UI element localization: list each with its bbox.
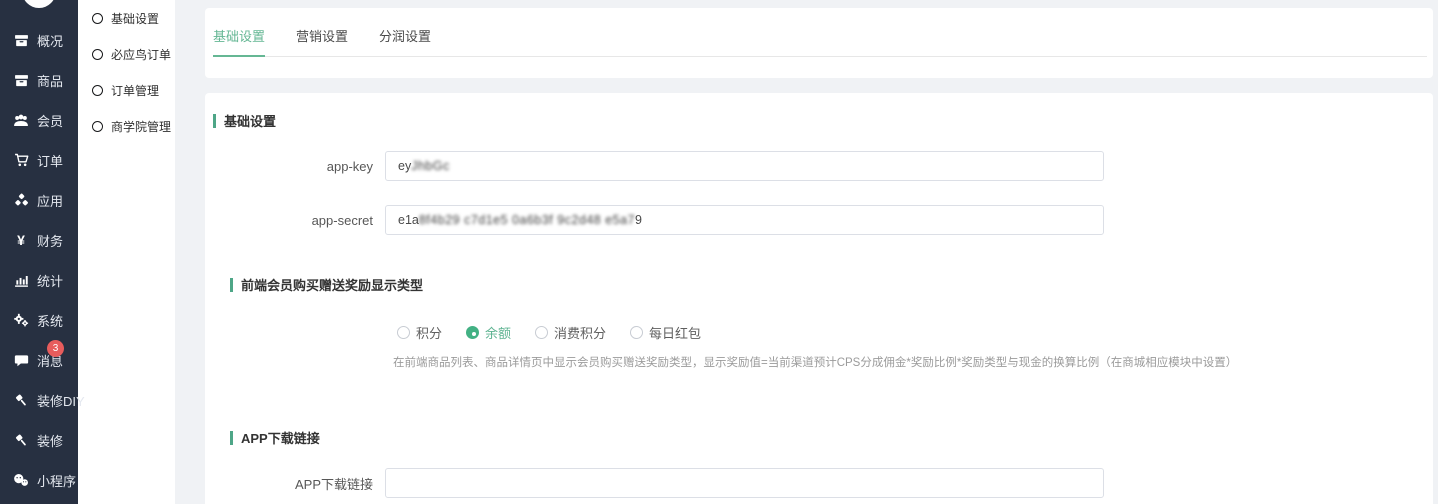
circle-icon [92, 13, 103, 24]
sidebar-item-label: 统计 [37, 271, 63, 290]
masked-value: 8f4b29 c7d1e5 0a6b3f 9c2d48 e5a7 [419, 213, 635, 227]
section-title-basic: 基础设置 [213, 111, 1433, 130]
radio-consume-points[interactable]: 消费积分 [535, 323, 606, 342]
miniprogram-icon [13, 472, 29, 488]
sidebar-item-system[interactable]: 系统 [0, 300, 78, 340]
app-secret-input[interactable]: e1a8f4b29 c7d1e5 0a6b3f 9c2d48 e5a79 [385, 205, 1104, 235]
app-link-label: APP下载链接 [205, 474, 385, 493]
sidebar-item-label: 系统 [37, 311, 63, 330]
sidebar-item-apps[interactable]: 应用 [0, 180, 78, 220]
main-nav: 概况 商品 会员 订单 [0, 0, 78, 500]
sidebar-item-label: 商品 [37, 71, 63, 90]
sidebar-item-label: 装修 [37, 431, 63, 450]
orders-icon [13, 152, 29, 168]
submenu-item-label: 订单管理 [111, 82, 159, 99]
main-content: 基础设置 营销设置 分润设置 基础设置 app-key eyJhbGc app-… [205, 8, 1433, 504]
sidebar-item-label: 装修DIY [37, 391, 85, 410]
tab-marketing-settings[interactable]: 营销设置 [296, 30, 348, 57]
diy-icon [13, 392, 29, 408]
sidebar-item-stats[interactable]: 统计 [0, 260, 78, 300]
section-bar [230, 431, 233, 445]
overview-icon [13, 32, 29, 48]
masked-value: JhbGc [411, 159, 450, 173]
circle-icon [92, 121, 103, 132]
radio-balance[interactable]: 余额 [466, 323, 511, 342]
section-bar [213, 114, 216, 128]
sidebar-item-overview[interactable]: 概况 [0, 20, 78, 60]
section-bar [230, 278, 233, 292]
submenu-item-label: 商学院管理 [111, 118, 171, 135]
settings-card: 基础设置 app-key eyJhbGc app-secret e1a8f4b2… [205, 93, 1433, 504]
app-link-input[interactable] [385, 468, 1104, 498]
tab-profit-settings[interactable]: 分润设置 [379, 30, 431, 57]
apps-icon [13, 192, 29, 208]
submenu-item-basic-settings[interactable]: 基础设置 [78, 0, 175, 36]
sidebar-item-diy[interactable]: 装修DIY [0, 380, 78, 420]
circle-icon [92, 85, 103, 96]
sidebar-item-label: 订单 [37, 151, 63, 170]
section-title-app-link: APP下载链接 [230, 428, 1433, 447]
system-icon [13, 312, 29, 328]
reward-help-row: 在前端商品列表、商品详情页中显示会员购买赠送奖励类型，显示奖励值=当前渠道预计C… [205, 354, 1433, 370]
sidebar-item-miniprogram[interactable]: 小程序 [0, 460, 78, 500]
radio-daily-redpacket[interactable]: 每日红包 [630, 323, 701, 342]
section-title-reward-display: 前端会员购买赠送奖励显示类型 [230, 275, 1433, 294]
radio-icon [630, 326, 643, 339]
admin-app: 概况 商品 会员 订单 [0, 0, 1438, 504]
sidebar-item-label: 概况 [37, 31, 63, 50]
sidebar-item-label: 小程序 [37, 471, 76, 490]
app-key-input[interactable]: eyJhbGc [385, 151, 1104, 181]
submenu-item-order-management[interactable]: 订单管理 [78, 72, 175, 108]
decorate-icon [13, 432, 29, 448]
message-count-badge: 3 [47, 340, 64, 357]
reward-help-text: 在前端商品列表、商品详情页中显示会员购买赠送奖励类型，显示奖励值=当前渠道预计C… [385, 354, 1237, 370]
app-key-row: app-key eyJhbGc [205, 151, 1433, 181]
submenu-item-label: 基础设置 [111, 10, 159, 27]
sidebar-item-members[interactable]: 会员 [0, 100, 78, 140]
reward-type-radio-group: 积分 余额 消费积分 每日红包 [385, 323, 725, 342]
sidebar-item-label: 应用 [37, 191, 63, 210]
sidebar-item-orders[interactable]: 订单 [0, 140, 78, 180]
radio-icon [535, 326, 548, 339]
radio-points[interactable]: 积分 [397, 323, 442, 342]
main-sidebar: 概况 商品 会员 订单 [0, 0, 78, 504]
finance-icon: ¥ [13, 232, 29, 248]
goods-icon [13, 72, 29, 88]
sidebar-item-finance[interactable]: ¥ 财务 [0, 220, 78, 260]
tab-basic-settings[interactable]: 基础设置 [213, 30, 265, 57]
sidebar-item-goods[interactable]: 商品 [0, 60, 78, 100]
tabs-card: 基础设置 营销设置 分润设置 [205, 8, 1433, 78]
messages-icon [13, 352, 29, 368]
sidebar-item-label: 会员 [37, 111, 63, 130]
radio-icon [397, 326, 410, 339]
members-icon [13, 112, 29, 128]
app-link-row: APP下载链接 [205, 468, 1433, 498]
sidebar-item-decorate[interactable]: 装修 [0, 420, 78, 460]
reward-type-row: 积分 余额 消费积分 每日红包 [205, 323, 1433, 342]
sidebar-item-messages[interactable]: 消息 3 [0, 340, 78, 380]
tab-bar: 基础设置 营销设置 分润设置 [213, 8, 1427, 57]
submenu-item-academy-management[interactable]: 商学院管理 [78, 108, 175, 144]
sidebar-item-label: 财务 [37, 231, 63, 250]
submenu-item-biyingniao-orders[interactable]: 必应鸟订单 [78, 36, 175, 72]
sub-sidebar: 基础设置 必应鸟订单 订单管理 商学院管理 [78, 0, 175, 504]
radio-selected-icon [466, 326, 479, 339]
circle-icon [92, 49, 103, 60]
app-secret-label: app-secret [205, 213, 385, 228]
app-key-label: app-key [205, 159, 385, 174]
stats-icon [13, 272, 29, 288]
app-secret-row: app-secret e1a8f4b29 c7d1e5 0a6b3f 9c2d4… [205, 205, 1433, 235]
submenu-item-label: 必应鸟订单 [111, 46, 171, 63]
